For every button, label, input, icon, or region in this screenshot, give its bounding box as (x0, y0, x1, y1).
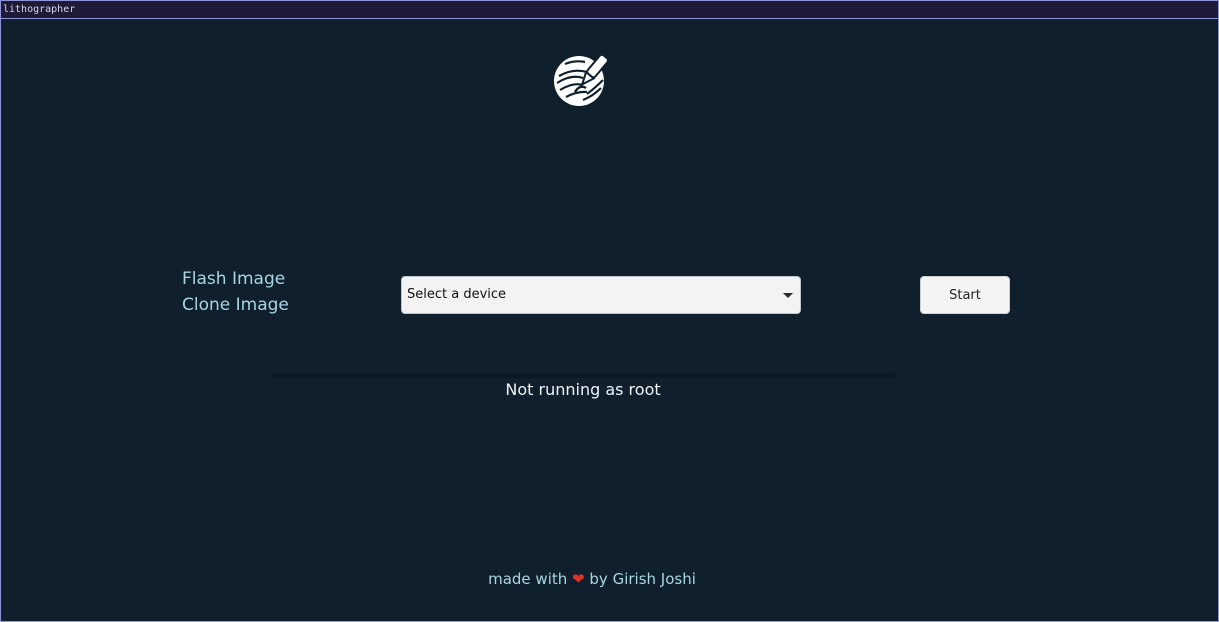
heart-icon: ❤ (572, 570, 585, 588)
title-bar[interactable]: lithographer (1, 1, 1218, 19)
device-select-value: Select a device (407, 287, 507, 302)
mode-clone-image[interactable]: Clone Image (182, 292, 362, 318)
start-button[interactable]: Start (920, 276, 1010, 314)
status-message: Not running as root (505, 380, 661, 399)
mode-list: Flash Image Clone Image (182, 266, 362, 318)
footer-prefix: made with (488, 570, 568, 588)
mode-flash-image[interactable]: Flash Image (182, 266, 362, 292)
footer-credit: made with ❤ by Girish Joshi (301, 567, 883, 591)
chevron-down-icon (783, 293, 793, 298)
window-title: lithographer (3, 4, 76, 15)
app-window: lithographer Flash Image Clone Image Sel… (0, 0, 1219, 622)
app-logo-icon (554, 54, 607, 106)
device-select[interactable]: Select a device (401, 276, 801, 314)
footer-author: by Girish Joshi (589, 570, 696, 588)
